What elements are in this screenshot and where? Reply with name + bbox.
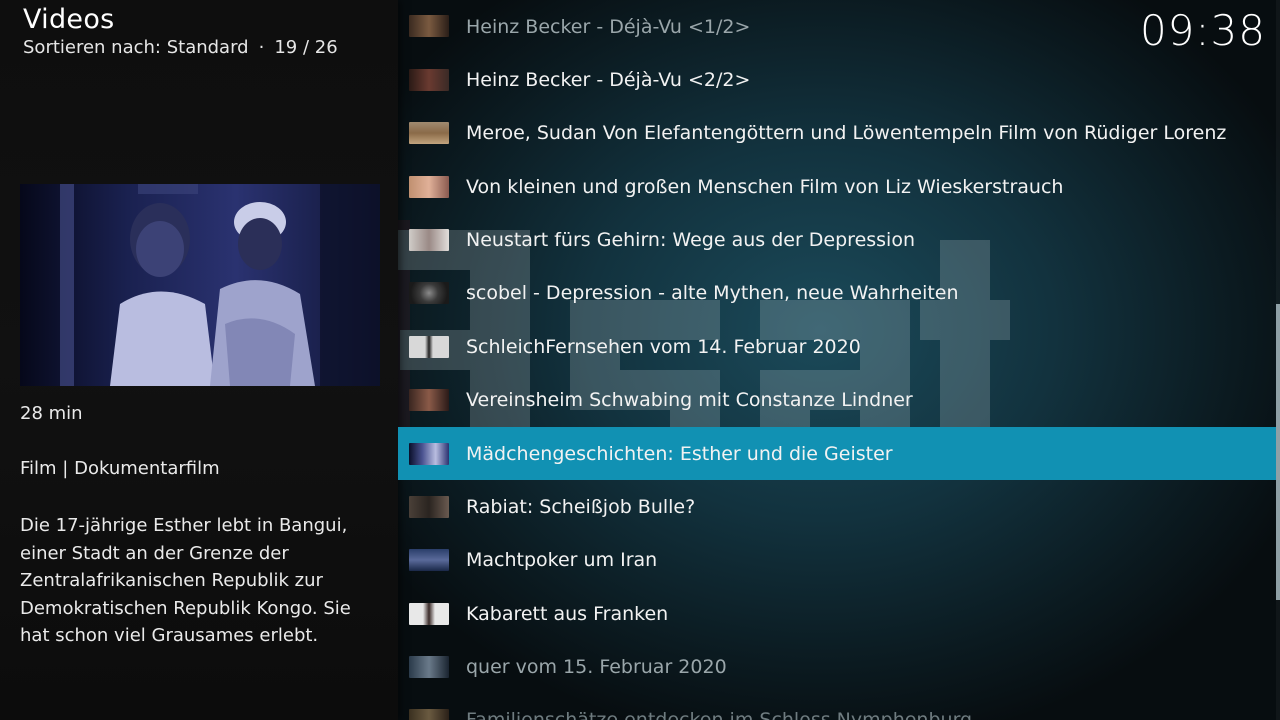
- sort-label[interactable]: Sortieren nach: Standard: [23, 37, 249, 58]
- video-list: Heinz Becker - Déjà-Vu <1/2> Heinz Becke…: [398, 0, 1276, 720]
- selected-item-thumbnail: [20, 184, 380, 386]
- list-item-label: Rabiat: Scheißjob Bulle?: [466, 495, 696, 518]
- list-item-label: Meroe, Sudan Von Elefantengöttern und Lö…: [466, 121, 1226, 144]
- list-item[interactable]: Kabarett aus Franken: [398, 587, 1276, 640]
- list-item[interactable]: scobel - Depression - alte Mythen, neue …: [398, 266, 1276, 319]
- thumbnail-image: [409, 15, 449, 37]
- info-panel: Videos Sortieren nach: Standard · 19 / 26: [0, 0, 398, 720]
- page-title: Videos: [23, 4, 115, 35]
- list-item[interactable]: Heinz Becker - Déjà-Vu <1/2>: [398, 0, 1276, 53]
- list-item[interactable]: quer vom 15. Februar 2020: [398, 640, 1276, 693]
- thumbnail-image: [409, 229, 449, 251]
- list-item-label: Neustart fürs Gehirn: Wege aus der Depre…: [466, 228, 915, 251]
- list-item-label: Machtpoker um Iran: [466, 548, 658, 571]
- list-item-label: Von kleinen und großen Menschen Film von…: [466, 175, 1064, 198]
- list-item[interactable]: Vereinsheim Schwabing mit Constanze Lind…: [398, 373, 1276, 426]
- list-item[interactable]: SchleichFernsehen vom 14. Februar 2020: [398, 320, 1276, 373]
- thumbnail-image: [409, 336, 449, 358]
- separator-dot: ·: [258, 37, 265, 58]
- thumbnail-image: [409, 709, 449, 720]
- duration: 28 min: [20, 403, 83, 424]
- sort-status: Sortieren nach: Standard · 19 / 26: [23, 37, 338, 58]
- list-item[interactable]: Heinz Becker - Déjà-Vu <2/2>: [398, 53, 1276, 106]
- list-item-label: Familienschätze entdecken im Schloss Nym…: [466, 708, 973, 720]
- thumbnail-image: [409, 443, 449, 465]
- thumbnail-image: [409, 122, 449, 144]
- scrollbar[interactable]: [1276, 0, 1280, 720]
- list-item-label: SchleichFernsehen vom 14. Februar 2020: [466, 335, 861, 358]
- list-item-label: scobel - Depression - alte Mythen, neue …: [466, 281, 959, 304]
- list-item[interactable]: Rabiat: Scheißjob Bulle?: [398, 480, 1276, 533]
- thumbnail-image: [409, 549, 449, 571]
- list-item-label: Heinz Becker - Déjà-Vu <2/2>: [466, 68, 751, 91]
- list-item[interactable]: Von kleinen und großen Menschen Film von…: [398, 160, 1276, 213]
- list-item-label: Kabarett aus Franken: [466, 602, 669, 625]
- genre: Film | Dokumentarfilm: [20, 458, 220, 479]
- list-item-label: Heinz Becker - Déjà-Vu <1/2>: [466, 15, 751, 38]
- thumbnail-image: [409, 282, 449, 304]
- item-position: 19 / 26: [274, 37, 338, 58]
- thumbnail-image: [409, 603, 449, 625]
- list-item-selected[interactable]: Mädchengeschichten: Esther und die Geist…: [398, 427, 1276, 480]
- thumbnail-image: [409, 69, 449, 91]
- list-item[interactable]: Machtpoker um Iran: [398, 533, 1276, 586]
- thumbnail-image: [409, 389, 449, 411]
- thumbnail-image: [409, 176, 449, 198]
- plot-description: Die 17-jährige Esther lebt in Bangui, ei…: [20, 515, 351, 646]
- thumbnail-image: [409, 496, 449, 518]
- list-item-label: Vereinsheim Schwabing mit Constanze Lind…: [466, 388, 913, 411]
- list-item[interactable]: Neustart fürs Gehirn: Wege aus der Depre…: [398, 213, 1276, 266]
- list-item-label: Mädchengeschichten: Esther und die Geist…: [466, 442, 893, 465]
- scrollbar-thumb[interactable]: [1276, 304, 1280, 600]
- thumbnail-image: [409, 656, 449, 678]
- kodi-video-library: Videos Sortieren nach: Standard · 19 / 26: [0, 0, 1280, 720]
- list-item[interactable]: Meroe, Sudan Von Elefantengöttern und Lö…: [398, 106, 1276, 159]
- list-item[interactable]: Familienschätze entdecken im Schloss Nym…: [398, 693, 1276, 720]
- list-item-label: quer vom 15. Februar 2020: [466, 655, 727, 678]
